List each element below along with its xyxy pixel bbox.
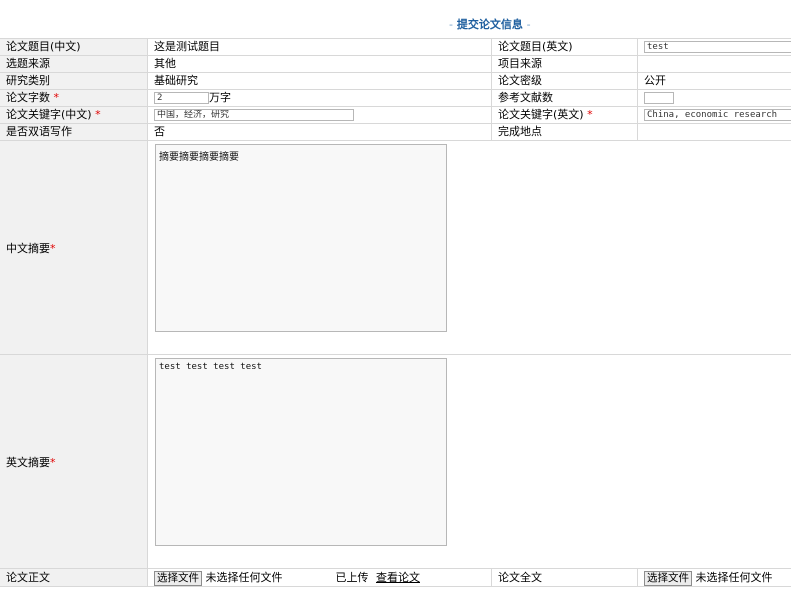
required-mark: * [50, 455, 56, 469]
keywords-en-input[interactable]: China, economic research [644, 109, 791, 121]
label-keywords-cn-text: 论文关键字(中文) [6, 108, 92, 121]
label-bilingual: 是否双语写作 [0, 124, 148, 140]
label-source: 选题来源 [0, 56, 148, 72]
choose-file-button[interactable]: 选择文件 [154, 570, 202, 586]
value-title-cn: 这是测试题目 [148, 39, 492, 55]
cell-title-en: test [638, 39, 791, 55]
label-keywords-cn: 论文关键字(中文) * [0, 107, 148, 123]
references-input[interactable] [644, 92, 674, 104]
value-location [638, 124, 791, 140]
label-abstract-en: 英文摘要* [0, 355, 148, 568]
label-thesis-full: 论文全文 [492, 569, 638, 586]
required-mark: * [587, 108, 593, 121]
label-project-source: 项目来源 [492, 56, 638, 72]
table-row-title: 论文题目(中文) 这是测试题目 论文题目(英文) test [0, 39, 791, 56]
label-secrecy: 论文密级 [492, 73, 638, 89]
title-dash-right: - [526, 18, 531, 31]
table-row-bilingual: 是否双语写作 否 完成地点 [0, 124, 791, 141]
label-keywords-en: 论文关键字(英文) * [492, 107, 638, 123]
keywords-cn-input[interactable]: 中国，经济，研究 [154, 109, 354, 121]
label-abstract-cn: 中文摘要* [0, 141, 148, 354]
wordcount-input[interactable]: 2 [154, 92, 209, 104]
uploaded-label: 已上传 [335, 571, 369, 584]
cell-thesis-body: 选择文件 未选择任何文件 已上传 查看论文 [148, 569, 492, 586]
abstract-cn-textarea[interactable]: 摘要摘要摘要摘要 [155, 144, 447, 332]
label-category: 研究类别 [0, 73, 148, 89]
label-wordcount: 论文字数 * [0, 90, 148, 106]
table-row-keywords: 论文关键字(中文) * 中国，经济，研究 论文关键字(英文) * China, … [0, 107, 791, 124]
value-bilingual: 否 [148, 124, 492, 140]
table-row-abstract-cn: 中文摘要* 摘要摘要摘要摘要 [0, 141, 791, 355]
value-category: 基础研究 [148, 73, 492, 89]
table-row-category: 研究类别 基础研究 论文密级 公开 [0, 73, 791, 90]
choose-file-button-full[interactable]: 选择文件 [644, 570, 692, 586]
label-thesis-body: 论文正文 [0, 569, 148, 586]
cell-thesis-full: 选择文件 未选择任何文件 [638, 569, 791, 586]
cell-references [638, 90, 791, 106]
label-abstract-cn-text: 中文摘要 [6, 241, 50, 255]
label-abstract-en-text: 英文摘要 [6, 455, 50, 469]
title-en-input[interactable]: test [644, 41, 791, 53]
label-references: 参考文献数 [492, 90, 638, 106]
table-row-wordcount: 论文字数 * 2 万字 参考文献数 [0, 90, 791, 107]
cell-keywords-cn: 中国，经济，研究 [148, 107, 492, 123]
label-title-cn: 论文题目(中文) [0, 39, 148, 55]
table-row-abstract-en: 英文摘要* test test test test [0, 355, 791, 569]
file-status-full: 未选择任何文件 [695, 571, 773, 584]
page-title: - 提交论文信息 - [449, 16, 531, 32]
page-title-text: 提交论文信息 [456, 18, 523, 31]
label-location: 完成地点 [492, 124, 638, 140]
view-thesis-link[interactable]: 查看论文 [376, 571, 420, 584]
required-mark: * [50, 241, 56, 255]
table-row-source: 选题来源 其他 项目来源 [0, 56, 791, 73]
abstract-en-textarea[interactable]: test test test test [155, 358, 447, 546]
label-keywords-en-text: 论文关键字(英文) [498, 108, 584, 121]
title-dash-left: - [449, 18, 453, 31]
label-title-en: 论文题目(英文) [492, 39, 638, 55]
cell-keywords-en: China, economic research [638, 107, 791, 123]
value-project-source [638, 56, 791, 72]
cell-wordcount: 2 万字 [148, 90, 492, 106]
wordcount-unit: 万字 [209, 91, 231, 104]
required-mark: * [95, 108, 101, 121]
required-mark: * [53, 91, 60, 104]
label-wordcount-text: 论文字数 [6, 91, 50, 104]
value-source: 其他 [148, 56, 492, 72]
table-row-files: 论文正文 选择文件 未选择任何文件 已上传 查看论文 论文全文 选择文件 未选择… [0, 569, 791, 587]
value-secrecy: 公开 [644, 74, 666, 87]
file-status: 未选择任何文件 [205, 571, 283, 584]
